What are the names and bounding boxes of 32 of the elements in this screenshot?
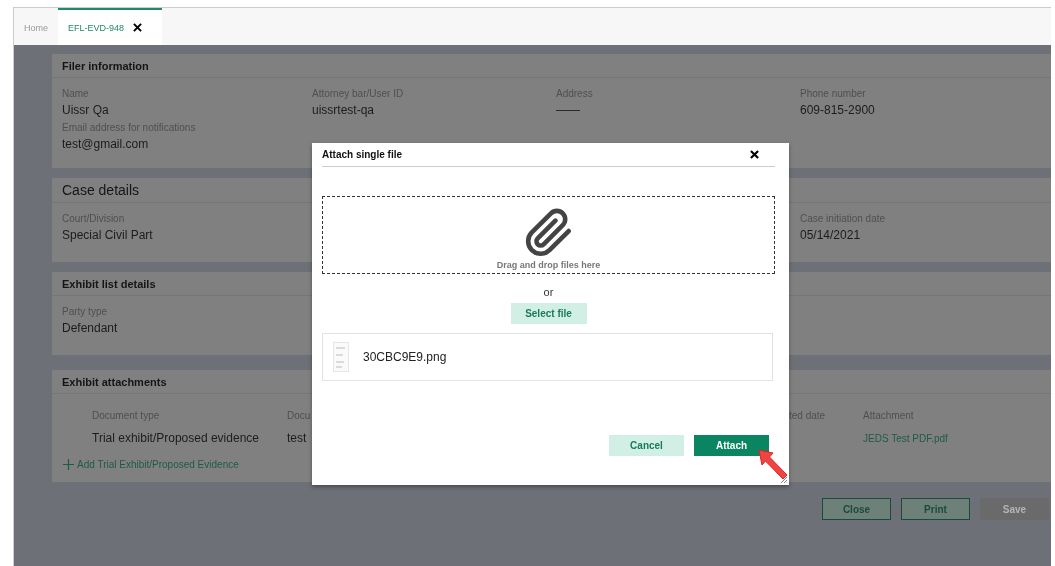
drop-hint: Drag and drop files here (496, 260, 601, 270)
footer-button[interactable]: Print (901, 498, 970, 520)
select-file-button[interactable]: Select file (510, 303, 587, 324)
dialog-title: Attach single file (322, 149, 402, 160)
table-cell-text: Trial exhibit/Proposed evidence (92, 431, 260, 445)
section-title: Exhibit attachments (62, 375, 167, 388)
attachment-link[interactable]: JEDS Test PDF.pdf (863, 432, 1051, 444)
drop-zone[interactable]: Drag and drop files here (322, 196, 775, 274)
field-value: Defendant (62, 321, 119, 335)
field-value: test@gmail.com (62, 137, 150, 151)
section-title: Exhibit list details (62, 277, 156, 290)
tab[interactable]: EFL-EVD-948 (58, 8, 163, 45)
paperclip-icon (523, 208, 574, 258)
close-icon[interactable] (133, 23, 143, 32)
dialog-button[interactable]: Cancel (609, 435, 684, 456)
resize-grip-icon[interactable] (780, 476, 788, 484)
field-value: 05/14/2021 (800, 228, 862, 242)
section-title: Filer information (62, 59, 149, 72)
field-value: —— (556, 103, 581, 117)
field-value: uissrtest-qa (312, 103, 376, 117)
footer-button[interactable]: Close (822, 498, 891, 520)
section-title: Case details (62, 182, 140, 198)
file-name: 30CBC9E9.png (363, 350, 447, 364)
file-thumbnail-icon (333, 342, 349, 372)
or-text: or (543, 286, 554, 298)
field-value: Uissr Qa (62, 103, 110, 117)
field-value: Special Civil Part (62, 228, 154, 242)
dialog-button[interactable]: Attach (694, 435, 769, 456)
close-icon[interactable] (750, 150, 759, 159)
field-value: 609-815-2900 (800, 103, 876, 117)
add-exhibit-link[interactable]: Add Trial Exhibit/Proposed Evidence (77, 459, 239, 470)
tab[interactable]: Home (14, 8, 58, 45)
